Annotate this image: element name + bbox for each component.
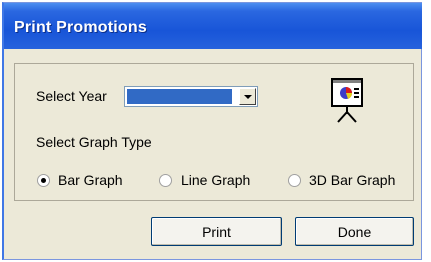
print-button[interactable]: Print bbox=[151, 217, 282, 246]
done-button[interactable]: Done bbox=[295, 217, 414, 246]
presentation-board-top bbox=[333, 80, 361, 83]
legend-line-1 bbox=[354, 88, 359, 90]
year-selected-value bbox=[127, 89, 232, 104]
legend-line-2 bbox=[354, 92, 359, 94]
graph-type-label: Select Graph Type bbox=[36, 134, 152, 150]
chevron-down-icon[interactable] bbox=[239, 88, 256, 105]
radio-bar-graph[interactable] bbox=[37, 174, 50, 187]
year-select[interactable] bbox=[124, 86, 258, 107]
presentation-chart-icon bbox=[331, 78, 363, 123]
radio-3d-bar-graph[interactable] bbox=[288, 174, 301, 187]
stand-right-leg bbox=[346, 111, 357, 123]
stand-left-leg bbox=[337, 111, 348, 123]
window-title: Print Promotions bbox=[14, 19, 147, 36]
radio-3d-bar-graph-label[interactable]: 3D Bar Graph bbox=[309, 172, 395, 188]
title-bar[interactable]: Print Promotions bbox=[4, 3, 422, 49]
radio-bar-graph-label[interactable]: Bar Graph bbox=[58, 172, 123, 188]
radio-line-graph-label[interactable]: Line Graph bbox=[181, 172, 250, 188]
year-label: Select Year bbox=[36, 88, 107, 104]
radio-line-graph[interactable] bbox=[159, 174, 172, 187]
legend-line-3 bbox=[354, 96, 359, 98]
